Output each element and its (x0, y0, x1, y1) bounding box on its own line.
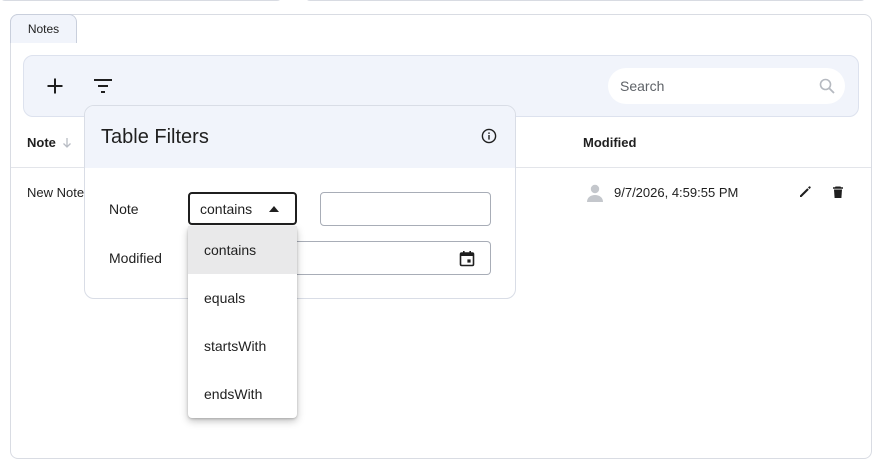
filter-icon (94, 79, 112, 93)
delete-icon[interactable] (830, 184, 846, 205)
option-equals[interactable]: equals (188, 274, 297, 322)
add-note-button[interactable] (37, 68, 73, 104)
search-icon[interactable] (819, 78, 835, 99)
option-ends-with[interactable]: endsWith (188, 370, 297, 418)
caret-up-icon (269, 206, 279, 212)
top-panel-edge-left (0, 0, 282, 1)
table-cell-modified: 9/7/2026, 4:59:55 PM (614, 185, 739, 200)
note-operator-select[interactable]: contains (188, 192, 297, 225)
person-icon (585, 183, 605, 206)
column-header-modified[interactable]: Modified (583, 135, 636, 150)
modified-date-input[interactable] (290, 241, 491, 275)
plus-icon (47, 78, 63, 94)
column-header-note[interactable]: Note (27, 135, 72, 150)
column-header-note-label: Note (27, 135, 56, 150)
filter-button[interactable] (85, 68, 121, 104)
top-panel-edge-right (305, 0, 866, 1)
filters-title: Table Filters (101, 126, 209, 148)
sort-arrow-down-icon (62, 137, 71, 148)
edit-icon[interactable] (797, 184, 813, 205)
note-operator-value: contains (200, 200, 253, 217)
tab-notes[interactable]: Notes (10, 14, 77, 43)
filters-header: Table Filters (85, 106, 515, 168)
operator-dropdown-menu: contains equals startsWith endsWith (188, 226, 297, 418)
option-starts-with[interactable]: startsWith (188, 322, 297, 370)
filter-label-modified: Modified (109, 250, 162, 266)
info-icon[interactable] (481, 128, 497, 149)
search-input[interactable] (620, 78, 810, 94)
table-cell-note[interactable]: New Note (27, 185, 84, 200)
search-box (608, 68, 845, 104)
note-filter-input[interactable] (320, 192, 491, 226)
filter-label-note: Note (109, 201, 139, 217)
calendar-icon[interactable] (459, 250, 475, 272)
option-contains[interactable]: contains (188, 226, 297, 274)
